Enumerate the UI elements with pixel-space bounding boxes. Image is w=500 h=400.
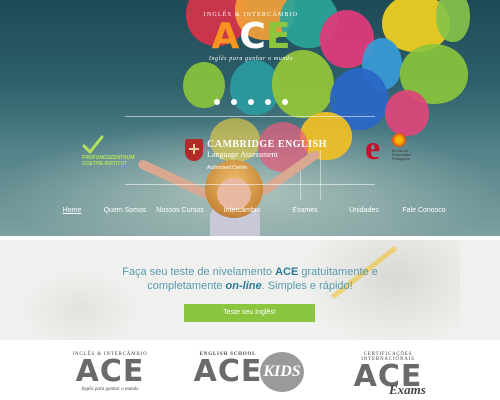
logo-tagline: Inglês para ganhar o mundo xyxy=(208,56,294,62)
logo-letter-c: C xyxy=(239,16,266,57)
promo-brand: ACE xyxy=(275,266,299,278)
nav-quem-somos[interactable]: Quem Somos xyxy=(104,207,147,214)
nav-unidades[interactable]: Unidades xyxy=(349,207,379,214)
exams-script: Exams xyxy=(389,382,426,397)
kids-badge: KIDS xyxy=(260,352,304,392)
carousel-dot[interactable] xyxy=(231,99,237,105)
ace-main-word: ACE xyxy=(75,354,145,389)
checkmark-icon xyxy=(82,135,104,154)
promo-text: Faça seu teste de nivelamento ACE gratui… xyxy=(90,265,410,293)
cambridge-subtitle: Language Assessment xyxy=(207,150,278,159)
cambridge-partner-logo[interactable]: CAMBRIDGE ENGLISH Language Assessment Au… xyxy=(185,139,327,171)
flower-icon xyxy=(392,133,406,147)
placement-test-promo: Faça seu teste de nivelamento ACE gratui… xyxy=(0,240,500,340)
main-nav: Home Quem Somos Nossos Cursos Intercâmbi… xyxy=(0,207,500,219)
carousel-dot[interactable] xyxy=(248,99,254,105)
promo-text-part3: . Simples e rápido! xyxy=(261,280,353,292)
test-english-button[interactable]: Teste seu Inglês! xyxy=(184,304,315,322)
nav-intercambio[interactable]: Intercâmbio xyxy=(224,207,261,214)
nav-fale-conosco[interactable]: Fale Conosco xyxy=(402,207,445,214)
cambridge-title: CAMBRIDGE ENGLISH xyxy=(207,139,327,150)
goethe-label: PRÜFUNGSZENTRUM GOETHE-INSTITUT xyxy=(82,155,135,167)
ace-kids-word: ACE xyxy=(193,354,263,389)
logo-letters: A C E xyxy=(203,19,299,55)
hero-banner: INGLÊS & INTERCÂMBIO A C E Inglês para g… xyxy=(0,0,500,236)
divider-top xyxy=(125,116,375,117)
e-letter: e xyxy=(365,130,381,167)
goethe-partner-logo[interactable]: PRÜFUNGSZENTRUM GOETHE-INSTITUT xyxy=(82,135,142,167)
logo-letter-e: E xyxy=(265,16,291,57)
ace-main-logo[interactable]: INGLÊS & INTERCÂMBIO ACE Inglês para gan… xyxy=(70,352,150,392)
child-face xyxy=(217,178,251,210)
logo-letter-a: A xyxy=(211,16,240,57)
cambridge-authorised: Authorised Centre xyxy=(207,165,248,171)
e-partner-logo[interactable]: e Bureau de Examination Portuguese xyxy=(365,132,415,168)
promo-online: on-line xyxy=(225,280,262,292)
carousel-dot[interactable] xyxy=(214,99,220,105)
ace-kids-logo[interactable]: ENGLISH SCHOOL ACE xyxy=(188,352,268,387)
promo-text-part1: Faça seu teste de nivelamento xyxy=(122,266,276,278)
carousel-dot[interactable] xyxy=(265,99,271,105)
ace-logo[interactable]: INGLÊS & INTERCÂMBIO A C E Inglês para g… xyxy=(203,12,299,62)
ace-main-tag: Inglês para ganhar o mundo xyxy=(81,387,139,392)
nav-home[interactable]: Home xyxy=(63,207,82,214)
nav-exames[interactable]: Exames xyxy=(292,207,317,214)
divider-bottom xyxy=(125,184,375,185)
carousel-dots xyxy=(214,99,288,105)
carousel-dot[interactable] xyxy=(282,99,288,105)
cambridge-shield-icon xyxy=(185,139,203,161)
nav-nossos-cursos[interactable]: Nossos Cursos xyxy=(156,207,203,214)
balloon xyxy=(436,0,470,42)
e-partner-text: Bureau de Examination Portuguese xyxy=(392,149,412,161)
balloon xyxy=(385,90,429,136)
